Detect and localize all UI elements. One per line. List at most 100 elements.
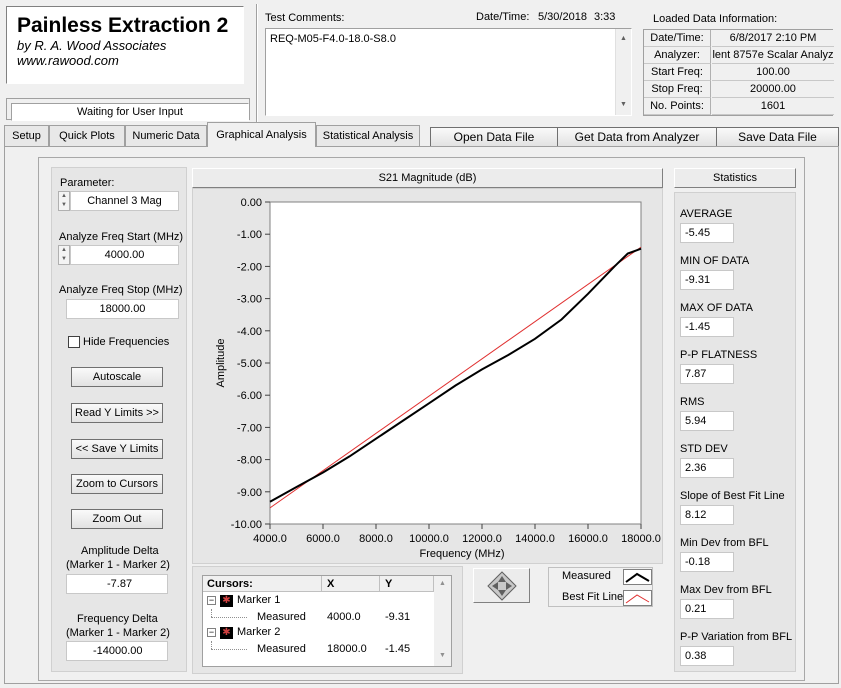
stat-label: Slope of Best Fit Line xyxy=(680,490,785,502)
y-tick-label: -9.00 xyxy=(237,487,262,499)
legend-best-fit-label: Best Fit Line xyxy=(562,591,624,603)
tab-label: Numeric Data xyxy=(132,130,200,142)
loaded-info-key: Analyzer: xyxy=(644,47,711,64)
start-freq-input[interactable]: 4000.00 xyxy=(70,245,179,265)
marker-series: Measured xyxy=(257,643,306,655)
marker-1-row[interactable]: − ✱ Marker 1 xyxy=(203,593,433,609)
x-tick-label: 6000.0 xyxy=(306,533,340,545)
stat-value: -5.45 xyxy=(680,223,734,243)
tree-connector xyxy=(211,617,247,618)
legend-best-fit-swatch xyxy=(623,590,652,606)
read-y-limits-button[interactable]: Read Y Limits >> xyxy=(71,403,163,423)
app-byline: by R. A. Wood Associates xyxy=(17,38,167,53)
stop-freq-value: 18000.00 xyxy=(99,303,146,315)
stat-label: MIN OF DATA xyxy=(680,255,750,267)
marker-2-row[interactable]: − ✱ Marker 2 xyxy=(203,625,433,641)
marker-2-measured-row: Measured 18000.0 -1.45 xyxy=(203,641,433,657)
start-freq-spinner[interactable]: ▲ ▼ xyxy=(58,245,70,265)
y-tick-label: -2.00 xyxy=(237,261,262,273)
loaded-info-value: 6/8/2017 2:10 PM xyxy=(712,30,834,47)
stop-freq-label: Analyze Freq Stop (MHz) xyxy=(59,284,183,296)
tree-connector xyxy=(211,641,212,649)
x-axis: 4000.0 6000.0 8000.0 10000.0 12000.0 14000.0 1… xyxy=(253,524,661,545)
save-y-limits-button[interactable]: << Save Y Limits xyxy=(71,439,163,459)
status-text: Waiting for User Input xyxy=(77,106,183,118)
stat-value: -1.45 xyxy=(680,317,734,337)
header-divider xyxy=(379,576,380,592)
cursor-mover-button[interactable] xyxy=(473,568,530,603)
hide-frequencies-checkbox[interactable] xyxy=(68,336,80,348)
header-divider xyxy=(321,576,322,592)
loaded-info-table: Date/Time: 6/8/2017 2:10 PM Analyzer: lent … xyxy=(643,29,834,116)
loaded-info-value: 100.00 xyxy=(712,64,834,81)
tab-graphical-analysis[interactable]: Graphical Analysis xyxy=(207,122,316,147)
x-tick-label: 16000.0 xyxy=(568,533,608,545)
s21-chart: 0.00 -1.00 -2.00 -3.00 -4.00 -5.00 -6.00 -7.00 -… xyxy=(215,197,661,560)
loaded-info-title: Loaded Data Information: xyxy=(653,13,778,25)
legend: Measured Best Fit Line xyxy=(548,567,653,607)
stat-label: AVERAGE xyxy=(680,208,733,220)
y-tick-label: -7.00 xyxy=(237,422,262,434)
scroll-up-icon[interactable]: ▲ xyxy=(620,35,627,42)
cursor-marker-icon: ✱ xyxy=(220,595,233,607)
parameter-label: Parameter: xyxy=(60,177,115,189)
comments-textarea[interactable]: REQ-M05-F4.0-18.0-S8.0 ▲ ▼ xyxy=(265,28,632,116)
loaded-info-row: Analyzer: lent 8757e Scalar Analyz xyxy=(644,47,834,64)
get-data-button[interactable]: Get Data from Analyzer xyxy=(557,127,717,147)
zoom-to-cursors-button[interactable]: Zoom to Cursors xyxy=(71,474,163,494)
start-freq-label: Analyze Freq Start (MHz) xyxy=(59,231,184,243)
save-data-file-button[interactable]: Save Data File xyxy=(716,127,839,147)
tab-statistical-analysis[interactable]: Statistical Analysis xyxy=(316,125,420,146)
statistics-title-bar: Statistics xyxy=(674,168,796,188)
y-tick-label: -8.00 xyxy=(237,455,262,467)
open-data-file-button[interactable]: Open Data File xyxy=(430,127,558,147)
graph-title: S21 Magnitude (dB) xyxy=(378,172,477,184)
x-axis-label: Frequency (MHz) xyxy=(420,548,505,560)
cursors-scrollbar[interactable]: ▲ ▼ xyxy=(434,576,451,666)
comments-text: REQ-M05-F4.0-18.0-S8.0 xyxy=(270,33,396,45)
autoscale-button[interactable]: Autoscale xyxy=(71,367,163,387)
loaded-info-key: Stop Freq: xyxy=(644,81,711,98)
y-axis: 0.00 -1.00 -2.00 -3.00 -4.00 -5.00 -6.00 -7.00 -… xyxy=(231,197,270,531)
tab-numeric-data[interactable]: Numeric Data xyxy=(125,125,207,146)
collapse-icon[interactable]: − xyxy=(207,596,216,605)
stat-value: 0.38 xyxy=(680,646,734,666)
parameter-select[interactable]: Channel 3 Mag xyxy=(70,191,179,211)
frequency-delta-text: -14000.00 xyxy=(93,645,143,657)
collapse-icon[interactable]: − xyxy=(207,628,216,637)
button-label: << Save Y Limits xyxy=(75,443,159,455)
parameter-spinner[interactable]: ▲ ▼ xyxy=(58,191,70,211)
marker-series: Measured xyxy=(257,611,306,623)
tab-quick-plots[interactable]: Quick Plots xyxy=(49,125,125,146)
legend-measured-label: Measured xyxy=(562,570,611,582)
stop-freq-input[interactable]: 18000.00 xyxy=(66,299,179,319)
y-tick-label: -4.00 xyxy=(237,326,262,338)
tab-label: Quick Plots xyxy=(59,130,115,142)
graph-title-bar: S21 Magnitude (dB) xyxy=(192,168,663,188)
scroll-down-icon[interactable]: ▼ xyxy=(620,101,627,108)
zoom-out-button[interactable]: Zoom Out xyxy=(71,509,163,529)
plot-background xyxy=(269,201,642,525)
tree-connector xyxy=(211,649,247,650)
y-tick-label: -10.00 xyxy=(231,519,262,531)
frequency-delta-label: Frequency Delta xyxy=(77,613,158,625)
header-separator xyxy=(256,4,258,122)
marker-x: 18000.0 xyxy=(327,643,367,655)
tab-setup[interactable]: Setup xyxy=(4,125,49,146)
comments-scrollbar[interactable]: ▲ ▼ xyxy=(615,29,631,115)
scroll-up-icon[interactable]: ▲ xyxy=(439,580,446,587)
stat-label: Max Dev from BFL xyxy=(680,584,772,596)
hide-frequencies-label: Hide Frequencies xyxy=(83,336,170,348)
stat-value: -9.31 xyxy=(680,270,734,290)
stat-label: RMS xyxy=(680,396,705,408)
stat-value: 2.36 xyxy=(680,458,734,478)
title-box: Painless Extraction 2 by R. A. Wood Asso… xyxy=(6,6,244,84)
loaded-info-value: lent 8757e Scalar Analyz xyxy=(712,47,834,64)
start-freq-value: 4000.00 xyxy=(104,249,145,261)
button-label: Zoom to Cursors xyxy=(76,478,158,490)
scroll-down-icon[interactable]: ▼ xyxy=(439,652,446,659)
button-label: Zoom Out xyxy=(92,513,142,525)
stat-value: -0.18 xyxy=(680,552,734,572)
loaded-info-key: Date/Time: xyxy=(644,30,711,47)
button-label: Get Data from Analyzer xyxy=(574,130,700,144)
